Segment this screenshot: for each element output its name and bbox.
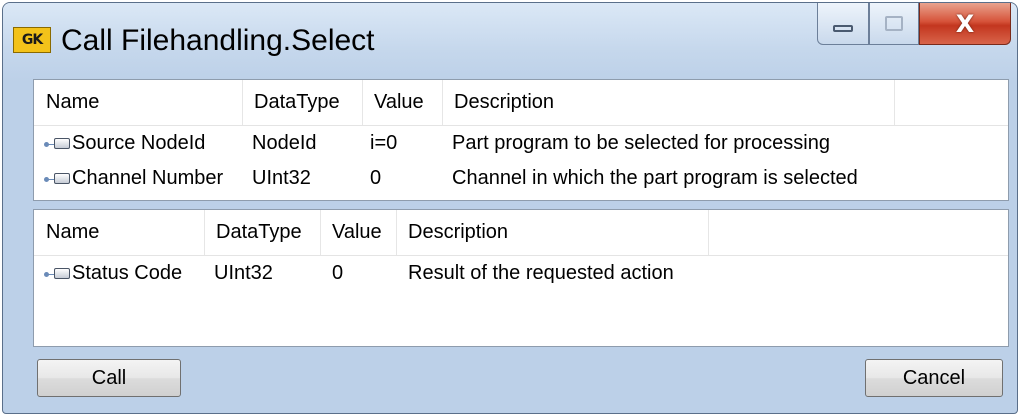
column-divider[interactable] <box>708 210 709 255</box>
column-header-name[interactable]: Name <box>34 210 204 255</box>
close-button[interactable]: X <box>919 3 1011 45</box>
argument-name: Status Code <box>72 262 183 284</box>
output-arguments-header: Name DataType Value Description <box>34 210 1008 256</box>
column-header-value[interactable]: Value <box>320 210 396 255</box>
argument-icon <box>44 173 70 185</box>
input-argument-row[interactable]: Channel Number UInt32 0 Channel in which… <box>34 161 1008 196</box>
app-icon: GK <box>13 27 51 53</box>
argument-datatype: UInt32 <box>252 167 311 189</box>
window-title: Call Filehandling.Select <box>61 24 375 57</box>
close-icon: X <box>955 9 975 38</box>
cancel-button[interactable]: Cancel <box>865 359 1003 397</box>
argument-name: Channel Number <box>72 167 224 189</box>
argument-name: Source NodeId <box>72 132 206 154</box>
column-header-description[interactable]: Description <box>442 80 894 125</box>
column-header-datatype[interactable]: DataType <box>242 80 362 125</box>
output-argument-row[interactable]: Status Code UInt32 0 Result of the reque… <box>34 256 1008 291</box>
argument-value[interactable]: 0 <box>332 256 343 291</box>
column-header-name[interactable]: Name <box>34 80 242 125</box>
column-header-datatype[interactable]: DataType <box>204 210 320 255</box>
argument-value[interactable]: 0 <box>370 161 381 196</box>
argument-description: Result of the requested action <box>408 262 674 284</box>
argument-description: Channel in which the part program is sel… <box>452 167 858 189</box>
argument-datatype: UInt32 <box>214 262 273 284</box>
argument-value[interactable]: i=0 <box>370 126 397 161</box>
maximize-icon <box>885 16 903 31</box>
title-bar[interactable]: GK Call Filehandling.Select X <box>3 3 1017 83</box>
dialog-window: GK Call Filehandling.Select X Name DataT… <box>2 2 1018 414</box>
column-header-value[interactable]: Value <box>362 80 442 125</box>
argument-datatype: NodeId <box>252 132 317 154</box>
argument-description: Part program to be selected for processi… <box>452 132 830 154</box>
input-arguments-header: Name DataType Value Description <box>34 80 1008 126</box>
input-arguments-list[interactable]: Name DataType Value Description Source N… <box>33 79 1009 201</box>
minimize-icon <box>833 25 853 32</box>
output-arguments-list[interactable]: Name DataType Value Description Status C… <box>33 209 1009 347</box>
argument-icon <box>44 138 70 150</box>
column-header-description[interactable]: Description <box>396 210 708 255</box>
call-button[interactable]: Call <box>37 359 181 397</box>
column-divider[interactable] <box>894 80 895 125</box>
maximize-button <box>869 3 919 45</box>
argument-icon <box>44 268 70 280</box>
minimize-button[interactable] <box>817 3 869 45</box>
input-argument-row[interactable]: Source NodeId NodeId i=0 Part program to… <box>34 126 1008 161</box>
